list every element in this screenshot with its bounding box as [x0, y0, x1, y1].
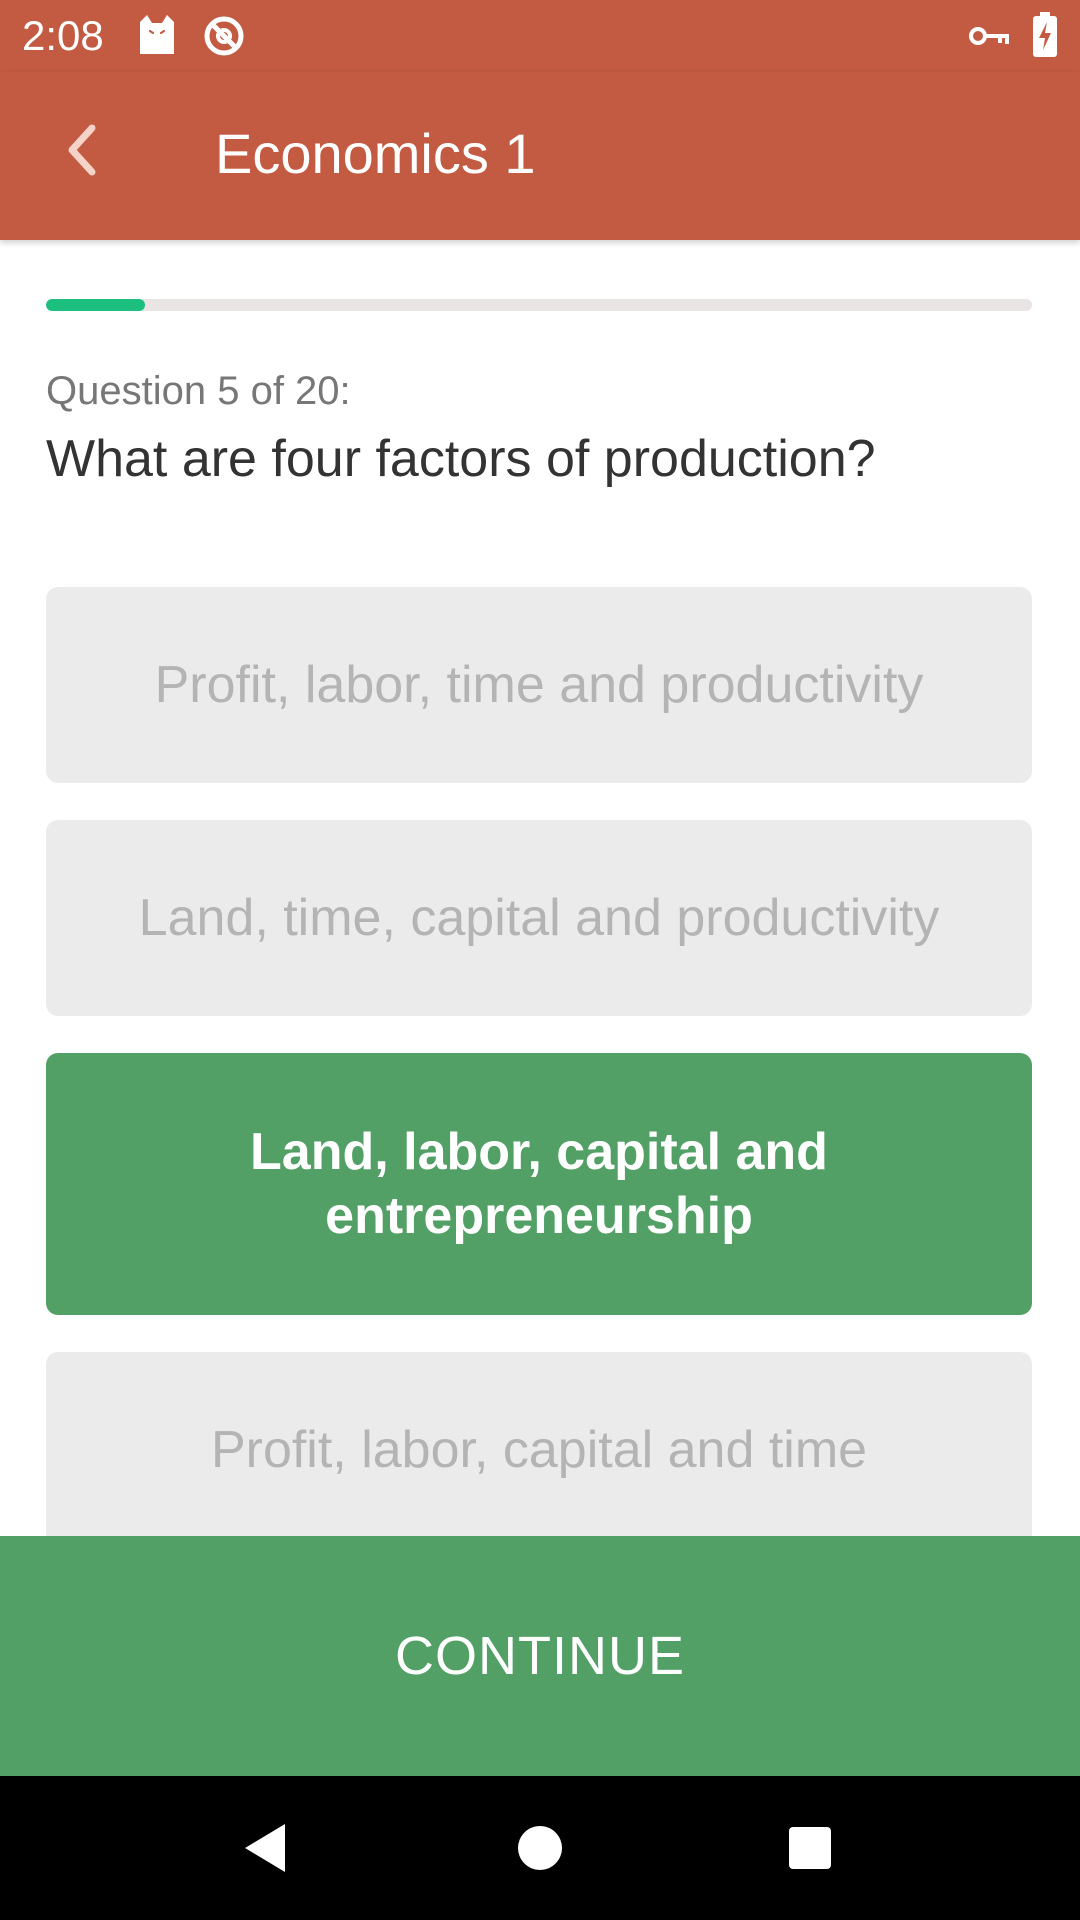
- question-counter: Question 5 of 20:: [46, 369, 351, 413]
- battery-charging-icon: [1033, 12, 1057, 57]
- quiz-progress-bar: [46, 299, 1032, 311]
- cat-icon: [140, 15, 174, 54]
- nav-home-button[interactable]: [490, 1798, 590, 1898]
- recents-square-icon: [789, 1827, 831, 1869]
- quiz-progress-fill: [46, 299, 145, 311]
- back-button[interactable]: [40, 102, 124, 198]
- answer-option[interactable]: Land, time, capital and productivity: [46, 820, 1032, 1016]
- continue-button[interactable]: CONTINUE: [0, 1536, 1080, 1776]
- question-text: What are four factors of production?: [46, 430, 876, 488]
- nav-back-button[interactable]: [215, 1798, 315, 1898]
- status-time: 2:08: [22, 12, 104, 59]
- no-sync-icon: [204, 16, 244, 56]
- answer-option[interactable]: Profit, labor, time and productivity: [46, 587, 1032, 783]
- key-icon: [969, 27, 1009, 45]
- chevron-left-icon: [68, 124, 96, 176]
- status-bar: 2:08: [0, 0, 1080, 72]
- home-circle-icon: [518, 1826, 562, 1870]
- answer-option-selected[interactable]: Land, labor, capital and entrepreneurshi…: [46, 1053, 1032, 1315]
- app-bar: Economics 1: [0, 72, 1080, 240]
- back-triangle-icon: [245, 1824, 285, 1872]
- answer-option[interactable]: Profit, labor, capital and time: [46, 1352, 1032, 1548]
- system-nav-bar: [0, 1776, 1080, 1920]
- nav-recents-button[interactable]: [760, 1798, 860, 1898]
- page-title: Economics 1: [215, 122, 536, 185]
